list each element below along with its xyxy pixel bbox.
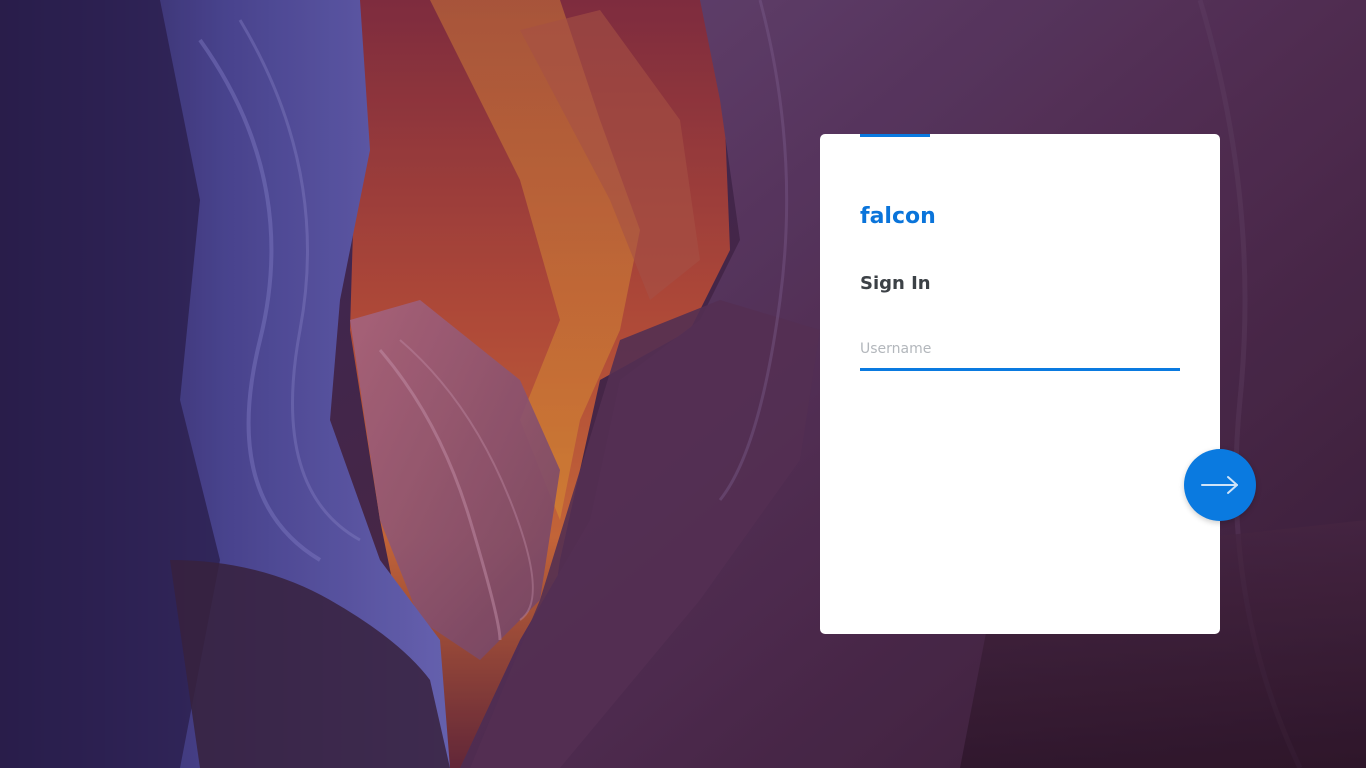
arrow-right-icon: [1201, 476, 1238, 494]
brand-logo: falcon: [860, 204, 936, 229]
card-accent-bar: [860, 134, 930, 137]
next-button[interactable]: [1184, 449, 1256, 521]
login-card: falcon Sign In: [820, 134, 1220, 634]
username-field: [860, 330, 1180, 371]
username-input[interactable]: [860, 330, 1180, 368]
sign-in-heading: Sign In: [860, 273, 931, 294]
